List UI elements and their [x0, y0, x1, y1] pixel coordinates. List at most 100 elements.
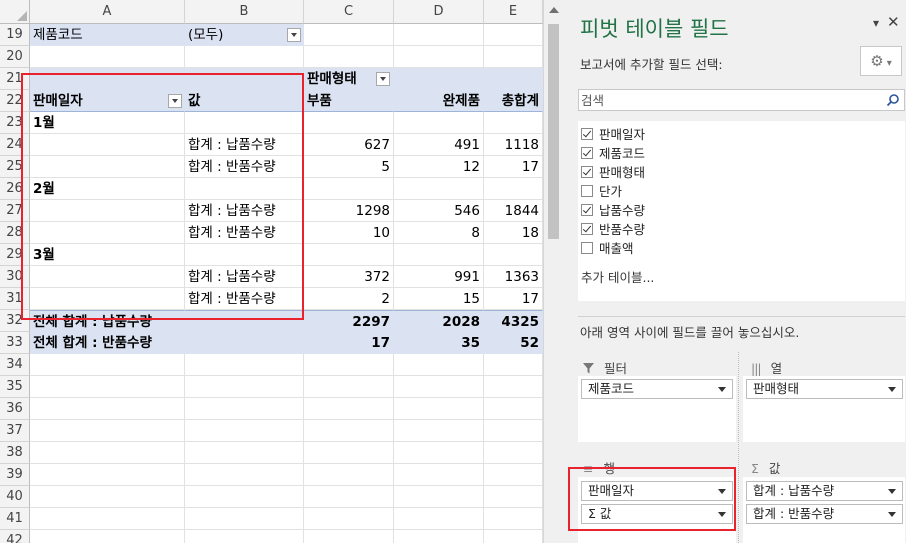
column-field-pill[interactable]: 판매형태: [746, 379, 903, 399]
cell[interactable]: [394, 508, 484, 530]
search-icon[interactable]: [886, 93, 900, 107]
cell[interactable]: [394, 46, 484, 68]
cell[interactable]: [185, 398, 304, 420]
cell[interactable]: [484, 354, 543, 376]
scroll-up-icon[interactable]: [549, 7, 559, 13]
values-placeholder-pill[interactable]: Σ 값: [581, 504, 733, 524]
close-icon[interactable]: ✕: [887, 13, 900, 31]
cell[interactable]: [304, 420, 394, 442]
cell[interactable]: [394, 376, 484, 398]
cell[interactable]: [304, 530, 394, 543]
cell[interactable]: [185, 244, 304, 266]
row-field-cell[interactable]: 판매일자: [30, 90, 185, 112]
cell[interactable]: [185, 376, 304, 398]
row-number[interactable]: 20: [0, 46, 30, 68]
cell[interactable]: [30, 266, 185, 288]
cell[interactable]: [30, 486, 185, 508]
cell[interactable]: [394, 112, 484, 134]
cell[interactable]: [304, 178, 394, 200]
value-cell[interactable]: 1363: [484, 266, 543, 288]
tools-button[interactable]: ⚙ ▾: [860, 46, 902, 76]
grand-total-header-cell[interactable]: 총합계: [484, 90, 543, 112]
cell[interactable]: [185, 178, 304, 200]
columns-area[interactable]: 판매형태: [743, 376, 905, 442]
cell[interactable]: [484, 486, 543, 508]
cell[interactable]: [304, 442, 394, 464]
value-cell[interactable]: 491: [394, 134, 484, 156]
month-group-cell[interactable]: 1월: [30, 112, 185, 134]
value-label-cell[interactable]: 합계 : 납품수량: [185, 200, 304, 222]
cell[interactable]: [185, 508, 304, 530]
cell[interactable]: [484, 46, 543, 68]
grand-total-value-cell[interactable]: 2028: [394, 310, 484, 332]
row-number[interactable]: 38: [0, 442, 30, 464]
value-label-cell[interactable]: 합계 : 반품수량: [185, 222, 304, 244]
cell[interactable]: [304, 376, 394, 398]
cell[interactable]: [30, 420, 185, 442]
scrollbar-thumb[interactable]: [548, 24, 559, 239]
row-number[interactable]: 36: [0, 398, 30, 420]
cell[interactable]: [304, 46, 394, 68]
rows-area[interactable]: 판매일자 Σ 값: [578, 477, 736, 543]
checkbox[interactable]: [581, 128, 593, 140]
cell[interactable]: [30, 68, 185, 90]
checkbox[interactable]: [581, 223, 593, 235]
row-field-dropdown-icon[interactable]: [168, 94, 182, 108]
value-cell[interactable]: 627: [304, 134, 394, 156]
row-number[interactable]: 42: [0, 530, 30, 543]
row-number[interactable]: 26: [0, 178, 30, 200]
row-number[interactable]: 41: [0, 508, 30, 530]
cell[interactable]: [484, 508, 543, 530]
checkbox[interactable]: [581, 147, 593, 159]
more-tables-link[interactable]: 추가 테이블...: [581, 267, 654, 286]
checkbox[interactable]: [581, 204, 593, 216]
cell[interactable]: [30, 354, 185, 376]
row-number[interactable]: 19: [0, 24, 30, 46]
grand-total-value-cell[interactable]: 4325: [484, 310, 543, 332]
cell[interactable]: [304, 508, 394, 530]
cell[interactable]: [30, 530, 185, 543]
cell[interactable]: [185, 46, 304, 68]
search-input[interactable]: [581, 91, 881, 109]
month-group-cell[interactable]: 2월: [30, 178, 185, 200]
cell[interactable]: [394, 24, 484, 46]
cell[interactable]: [394, 464, 484, 486]
value-label-cell[interactable]: 합계 : 납품수량: [185, 266, 304, 288]
cell[interactable]: [484, 178, 543, 200]
column-item-cell[interactable]: 완제품: [394, 90, 484, 112]
value-field-pill[interactable]: 합계 : 반품수량: [746, 504, 903, 524]
cell[interactable]: [394, 420, 484, 442]
filter-label-cell[interactable]: 제품코드: [30, 24, 185, 46]
chevron-down-icon[interactable]: [718, 489, 726, 494]
cell[interactable]: [30, 134, 185, 156]
row-number[interactable]: 24: [0, 134, 30, 156]
cell[interactable]: [394, 354, 484, 376]
value-cell[interactable]: 17: [484, 288, 543, 310]
row-number[interactable]: 25: [0, 156, 30, 178]
cell[interactable]: [185, 486, 304, 508]
column-header-d[interactable]: D: [394, 0, 484, 24]
chevron-down-icon[interactable]: [888, 512, 896, 517]
value-label-cell[interactable]: 합계 : 반품수량: [185, 156, 304, 178]
value-cell[interactable]: 1298: [304, 200, 394, 222]
chevron-down-icon[interactable]: [888, 387, 896, 392]
value-cell[interactable]: 18: [484, 222, 543, 244]
value-cell[interactable]: 1118: [484, 134, 543, 156]
cell[interactable]: [185, 530, 304, 543]
value-cell[interactable]: 8: [394, 222, 484, 244]
grand-total-value-cell[interactable]: 52: [484, 332, 543, 354]
row-number[interactable]: 34: [0, 354, 30, 376]
cell[interactable]: [185, 464, 304, 486]
row-number[interactable]: 31: [0, 288, 30, 310]
filter-dropdown-icon[interactable]: [287, 28, 301, 42]
checkbox[interactable]: [581, 185, 593, 197]
value-cell[interactable]: 2: [304, 288, 394, 310]
cell[interactable]: [484, 112, 543, 134]
cell[interactable]: [304, 112, 394, 134]
cell[interactable]: [304, 464, 394, 486]
column-header-b[interactable]: B: [185, 0, 304, 24]
cell[interactable]: [484, 244, 543, 266]
task-pane-options-icon[interactable]: ▾: [873, 16, 879, 30]
filter-area[interactable]: 제품코드: [578, 376, 736, 442]
cell[interactable]: [30, 508, 185, 530]
